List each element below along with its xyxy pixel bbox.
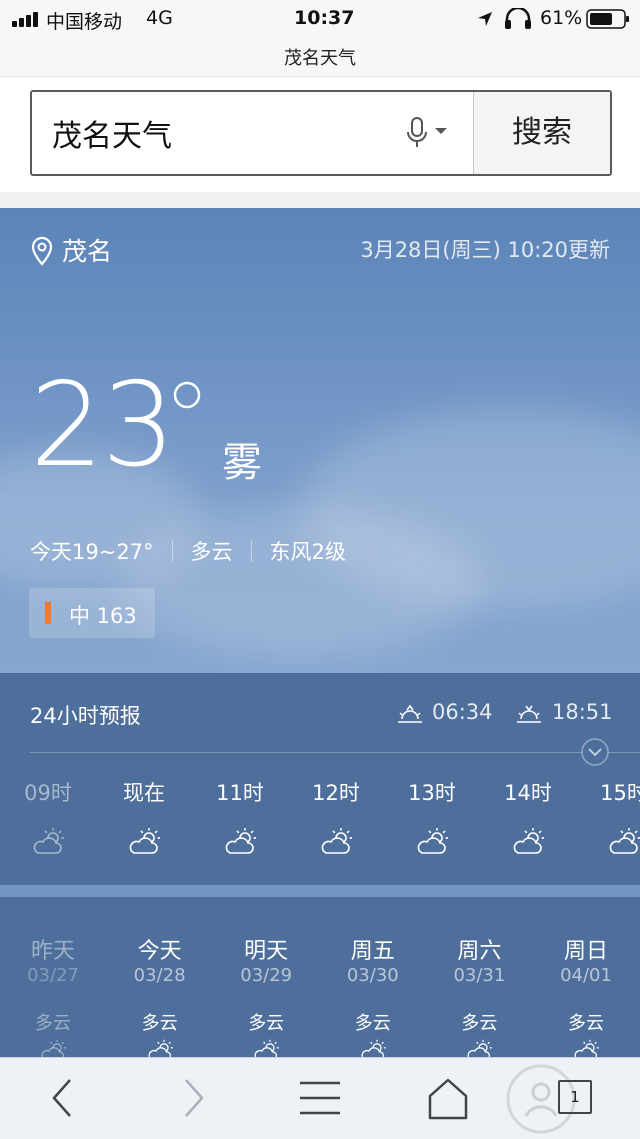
partly-cloudy-icon	[361, 1039, 386, 1057]
day-name: 明天	[244, 939, 289, 964]
day-name: 今天	[137, 939, 182, 964]
sunrise-icon	[398, 704, 422, 723]
day-date: 03/29	[240, 965, 293, 986]
update-time: 3月28日(周三) 10:20更新	[360, 238, 610, 262]
sunrise-time: 06:34	[432, 700, 493, 724]
separator	[171, 540, 173, 562]
network-label: 4G	[146, 7, 173, 29]
hour-label: 12时	[312, 781, 360, 805]
partly-cloudy-icon	[513, 828, 544, 854]
back-icon[interactable]	[32, 1074, 92, 1122]
hourly-item: 14时	[480, 777, 576, 857]
hour-label: 11时	[216, 781, 264, 805]
hourly-forecast: 24小时预报 06:34 18:51 09时 现在 11时 12时 13时 14时 15时	[0, 673, 640, 885]
divider	[0, 192, 640, 208]
chevron-down-icon[interactable]	[580, 737, 610, 767]
aqi-badge[interactable]: 中 163	[29, 588, 155, 638]
carrier-label: 中国移动	[46, 11, 123, 33]
day-name: 周五	[350, 939, 395, 964]
weather-card: 茂名 3月28日(周三) 10:20更新 23 雾 今天19~27° 多云 东风…	[0, 208, 640, 673]
day-date: 03/28	[133, 965, 186, 986]
wind: 东风2级	[269, 540, 346, 564]
tabs-button[interactable]: 1	[558, 1080, 592, 1114]
hourly-item: 13时	[384, 777, 480, 857]
aqi-level-bar	[45, 602, 51, 624]
partly-cloudy-icon	[574, 1039, 599, 1057]
sunset-icon	[517, 705, 541, 723]
day-condition: 多云	[461, 1013, 498, 1034]
hour-label: 09时	[24, 781, 72, 805]
today-condition: 多云	[190, 540, 233, 564]
hourly-item: 现在	[96, 777, 192, 857]
location-name[interactable]: 茂名	[62, 232, 112, 268]
signal-icon	[12, 11, 42, 27]
current-temperature: 23	[30, 358, 176, 493]
browser-toolbar: 1	[0, 1057, 640, 1139]
battery-percent: 61%	[540, 7, 583, 29]
day-condition: 多云	[568, 1013, 604, 1034]
partly-cloudy-icon	[417, 828, 448, 854]
day-date: 03/30	[346, 965, 399, 986]
hour-label: 现在	[123, 781, 165, 805]
search-box: 搜索	[30, 90, 612, 176]
separator	[250, 540, 252, 562]
hourly-item: 09时	[0, 777, 96, 857]
day-date: 03/31	[453, 965, 506, 986]
day-name: 昨天	[30, 939, 75, 964]
battery-icon	[586, 9, 629, 29]
daily-item: 周六 03/31 多云	[426, 933, 532, 1057]
partly-cloudy-icon	[467, 1039, 493, 1057]
clock: 10:37	[294, 7, 355, 29]
search-area: 搜索	[0, 77, 640, 192]
location-arrow-icon	[478, 12, 492, 26]
hourly-item: 11时	[192, 777, 288, 857]
daily-item: 明天 03/29 多云	[213, 933, 319, 1057]
partly-cloudy-icon	[148, 1039, 173, 1057]
location-pin-icon	[31, 236, 53, 266]
microphone-icon[interactable]	[404, 116, 450, 150]
day-condition: 多云	[354, 1013, 391, 1034]
hourly-title: 24小时预报	[30, 704, 141, 728]
daily-item: 昨天 03/27 多云	[0, 933, 106, 1057]
degree-symbol-icon	[173, 381, 201, 409]
divider	[30, 752, 640, 753]
current-condition: 雾	[222, 440, 262, 486]
hour-label: 13时	[408, 781, 456, 805]
forward-icon[interactable]	[164, 1074, 224, 1122]
search-button[interactable]: 搜索	[473, 92, 610, 174]
page-title: 茂名天气	[284, 48, 356, 69]
partly-cloudy-icon	[129, 828, 160, 854]
daily-item: 今天 03/28 多云	[107, 933, 213, 1057]
partly-cloudy-icon	[254, 1039, 279, 1057]
divider	[0, 885, 640, 897]
hour-label: 15时	[600, 781, 640, 805]
aqi-value: 中 163	[69, 604, 137, 628]
home-icon[interactable]	[418, 1074, 478, 1122]
day-condition: 多云	[35, 1013, 71, 1034]
status-bar: 中国移动 4G 10:37 61%	[0, 0, 640, 38]
hourly-item: 12时	[288, 777, 384, 857]
partly-cloudy-icon	[609, 828, 640, 854]
sunset-time: 18:51	[552, 700, 613, 724]
day-condition: 多云	[248, 1013, 285, 1034]
day-condition: 多云	[141, 1013, 178, 1034]
daily-item: 周五 03/30 多云	[320, 933, 426, 1057]
today-summary: 今天19~27° 多云 东风2级	[30, 536, 346, 566]
partly-cloudy-icon	[33, 828, 64, 854]
hourly-item: 15时	[576, 777, 640, 857]
day-name: 周六	[457, 939, 502, 964]
hour-label: 14时	[504, 781, 552, 805]
partly-cloudy-icon	[225, 828, 256, 854]
day-date: 04/01	[560, 965, 612, 986]
headphones-icon	[505, 8, 531, 29]
partly-cloudy-icon	[321, 828, 352, 854]
browser-title-bar: 茂名天气	[0, 38, 640, 77]
day-name: 周日	[563, 939, 608, 964]
daily-forecast: 昨天 03/27 多云 今天 03/28 多云 明天 03/29 多云 周五 03/30 多云 周六 03…	[0, 897, 640, 1057]
partly-cloudy-icon	[41, 1039, 66, 1057]
daily-item: 周日 04/01 多云	[533, 933, 639, 1057]
menu-icon[interactable]	[290, 1074, 350, 1122]
today-range: 今天19~27°	[30, 540, 154, 564]
day-date: 03/27	[27, 965, 79, 986]
